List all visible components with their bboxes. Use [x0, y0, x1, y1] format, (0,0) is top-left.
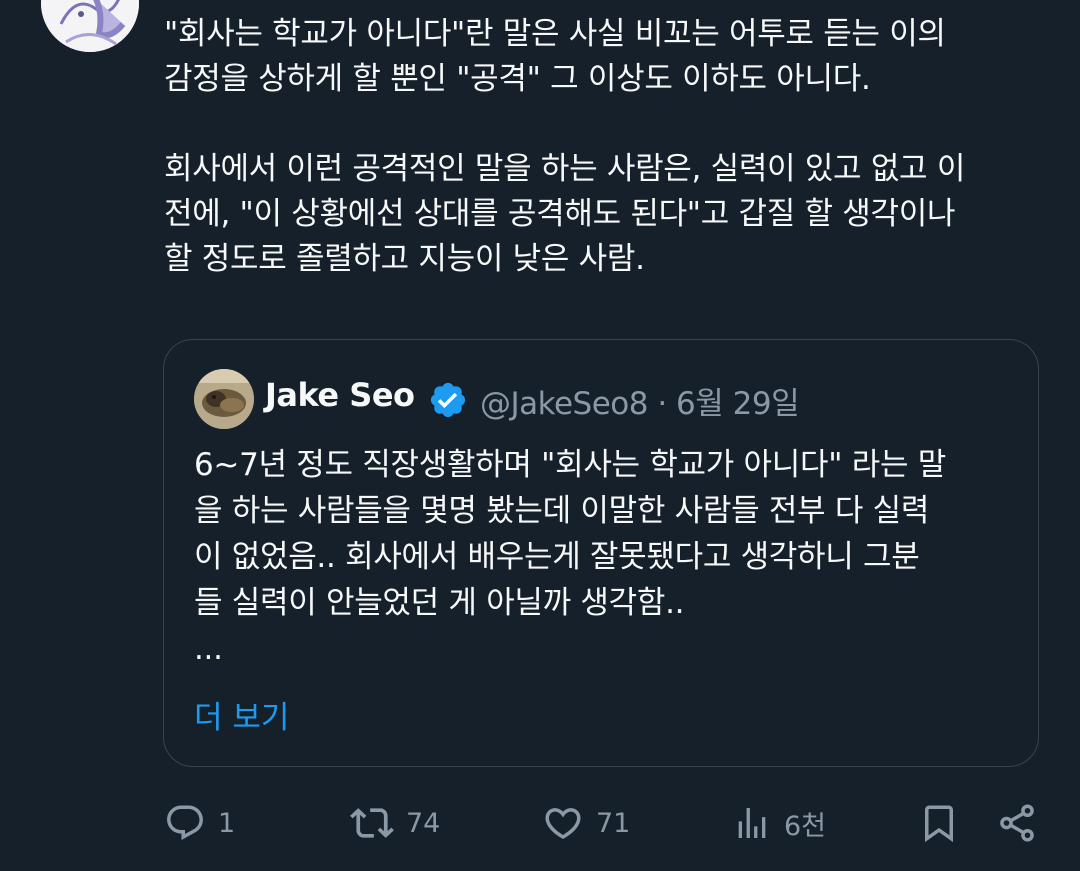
retweet-count: 74 [406, 807, 441, 839]
tweet-action-bar: 1 74 71 6천 [0, 798, 1080, 848]
bookmark-button[interactable] [918, 798, 960, 848]
show-more-link[interactable]: 더 보기 [194, 692, 289, 737]
author-avatar[interactable] [41, 0, 139, 52]
quoted-tweet-text: 6~7년 정도 직장생활하며 "회사는 학교가 아니다" 라는 말 을 하는 사… [194, 447, 946, 667]
quoted-tweet-card[interactable]: Jake Seo @JakeSeo8 · 6월 29일 6~7년 정도 직장생활… [163, 339, 1039, 767]
like-button[interactable]: 71 [542, 798, 630, 848]
tweet-text: "회사는 학교가 아니다"란 말은 사실 비꼬는 어투로 듣는 이의 감정을 상… [164, 16, 966, 277]
views-button[interactable]: 6천 [732, 798, 826, 848]
like-icon [545, 808, 581, 840]
retweet-icon [350, 808, 394, 838]
verified-badge-icon [430, 382, 466, 418]
retweet-button[interactable]: 74 [350, 798, 440, 848]
quoted-author-name[interactable]: Jake Seo [265, 376, 415, 414]
like-count: 71 [596, 807, 631, 839]
views-count: 6천 [784, 810, 827, 842]
reply-button[interactable]: 1 [164, 798, 235, 848]
quoted-handle-date: @JakeSeo8 · 6월 29일 [480, 386, 800, 422]
bookmark-icon [925, 805, 953, 843]
views-icon [738, 808, 766, 838]
quoted-author-avatar[interactable] [194, 369, 254, 429]
share-icon [1000, 804, 1034, 842]
reply-count: 1 [218, 807, 236, 839]
share-button[interactable] [996, 798, 1038, 848]
reply-icon [167, 805, 203, 840]
